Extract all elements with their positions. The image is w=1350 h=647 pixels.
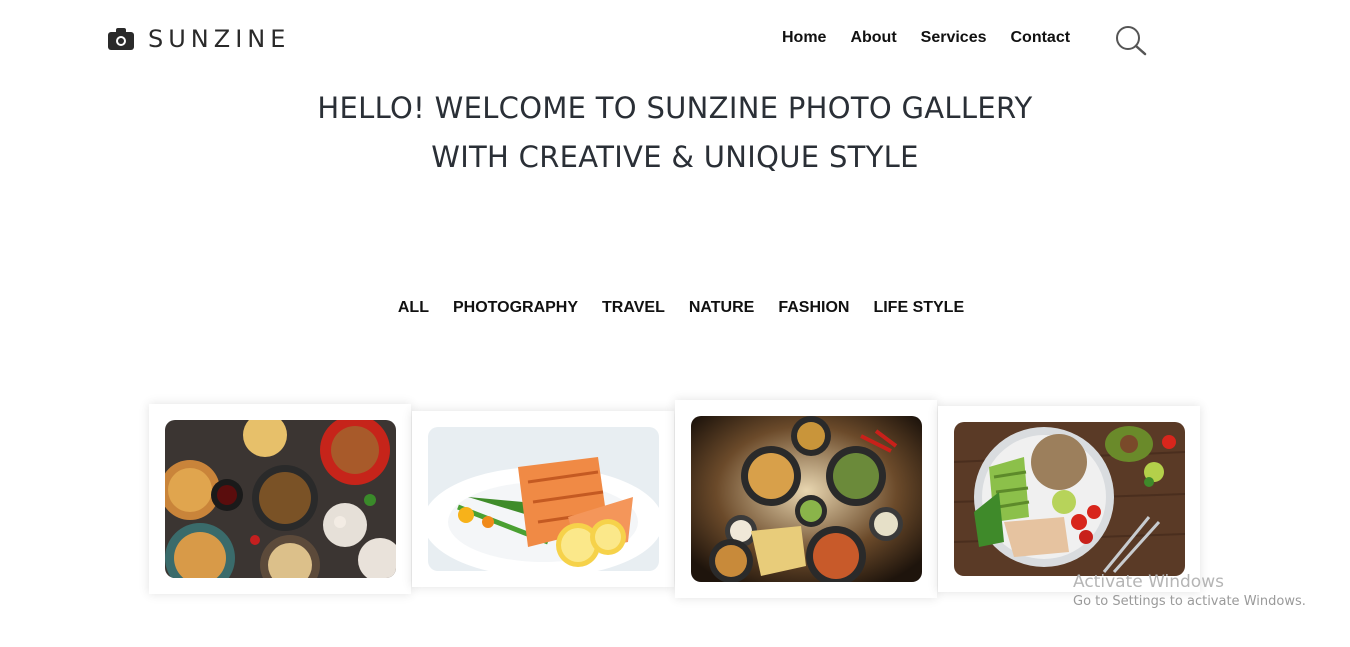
gallery-card[interactable] xyxy=(412,411,674,587)
chicken-salad-bowl-photo[interactable] xyxy=(954,422,1185,576)
filter-nature[interactable]: NATURE xyxy=(689,299,754,317)
gallery-card[interactable] xyxy=(675,400,937,598)
nav-contact-link[interactable]: Contact xyxy=(1011,29,1071,47)
asian-food-spread-photo[interactable] xyxy=(165,420,396,578)
search-button[interactable] xyxy=(1114,24,1148,58)
watermark-title: Activate Windows xyxy=(1073,572,1224,592)
gallery-filters: ALL PHOTOGRAPHY TRAVEL NATURE FASHION LI… xyxy=(0,299,1350,317)
grilled-salmon-plate-photo[interactable] xyxy=(428,427,659,571)
main-nav: Home About Services Contact xyxy=(782,29,1070,47)
hero-heading: HELLO! WELCOME TO SUNZINE PHOTO GALLERY … xyxy=(0,84,1350,182)
indian-food-spread-photo[interactable] xyxy=(691,416,922,582)
gallery-card[interactable] xyxy=(938,406,1200,592)
hero-line-1: HELLO! WELCOME TO SUNZINE PHOTO GALLERY xyxy=(317,91,1033,125)
nav-about-link[interactable]: About xyxy=(850,29,896,47)
filter-life-style[interactable]: LIFE STYLE xyxy=(873,299,964,317)
nav-services-link[interactable]: Services xyxy=(921,29,987,47)
filter-travel[interactable]: TRAVEL xyxy=(602,299,665,317)
watermark-subtitle: Go to Settings to activate Windows. xyxy=(1073,594,1306,609)
windows-activation-watermark: Activate Windows Go to Settings to activ… xyxy=(1073,572,1306,609)
brand-logo[interactable]: SUNZINE xyxy=(108,25,290,53)
brand-name: SUNZINE xyxy=(148,25,291,53)
search-icon xyxy=(1116,26,1147,56)
filter-fashion[interactable]: FASHION xyxy=(778,299,849,317)
gallery-card[interactable] xyxy=(149,404,411,594)
filter-all[interactable]: ALL xyxy=(398,299,429,317)
nav-home-link[interactable]: Home xyxy=(782,29,826,47)
camera-icon xyxy=(108,28,134,50)
hero-line-2: WITH CREATIVE & UNIQUE STYLE xyxy=(431,140,919,174)
filter-photography[interactable]: PHOTOGRAPHY xyxy=(453,299,578,317)
